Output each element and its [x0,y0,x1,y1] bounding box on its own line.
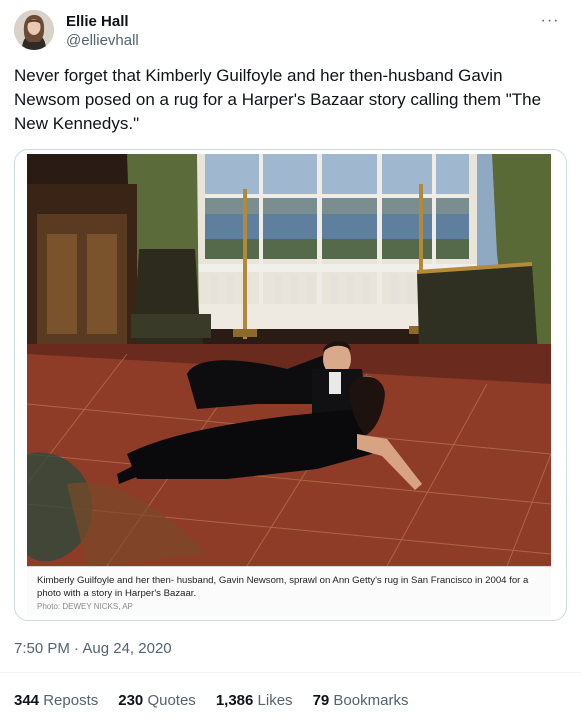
photo[interactable] [27,154,551,566]
author-block: Ellie Hall @ellievhall [66,12,139,50]
bookmarks-label: Bookmarks [333,692,409,709]
photo-caption: Kimberly Guilfoyle and her then- husband… [27,566,551,616]
display-name[interactable]: Ellie Hall [66,12,139,31]
tweet-header: Ellie Hall @ellievhall ··· [14,10,567,54]
quotes-stat[interactable]: 230 Quotes [118,692,196,709]
engagement-stats: 344 Reposts 230 Quotes 1,386 Likes 79 Bo… [14,692,408,709]
photo-illustration [27,154,551,566]
bookmarks-stat[interactable]: 79 Bookmarks [313,692,409,709]
reposts-label: Reposts [43,692,99,709]
reposts-stat[interactable]: 344 Reposts [14,692,98,709]
timestamp-date[interactable]: Aug 24, 2020 [82,640,171,657]
timestamp-time[interactable]: 7:50 PM [14,640,70,657]
bookmarks-count: 79 [312,692,330,709]
more-options-button[interactable]: ··· [539,10,561,32]
avatar-image [14,10,54,50]
tweet-text: Never forget that Kimberly Guilfoyle and… [14,66,542,133]
likes-count: 1,386 [215,692,254,709]
caption-text: Kimberly Guilfoyle and her then- husband… [37,575,529,599]
likes-stat[interactable]: 1,386 Likes [216,692,293,709]
quotes-count: 230 [118,692,144,709]
avatar[interactable] [14,10,54,50]
photo-credit: Photo: DEWEY NICKS, AP [37,602,133,611]
tweet-timestamp[interactable]: 7:50 PM · Aug 24, 2020 [14,640,172,657]
likes-label: Likes [257,692,293,709]
reposts-count: 344 [14,692,40,709]
divider [0,672,581,673]
media-card[interactable]: Kimberly Guilfoyle and her then- husband… [14,149,567,621]
timestamp-separator: · [69,640,83,657]
handle[interactable]: @ellievhall [66,31,139,50]
more-horizontal-icon: ··· [540,12,560,29]
quotes-label: Quotes [147,692,196,709]
